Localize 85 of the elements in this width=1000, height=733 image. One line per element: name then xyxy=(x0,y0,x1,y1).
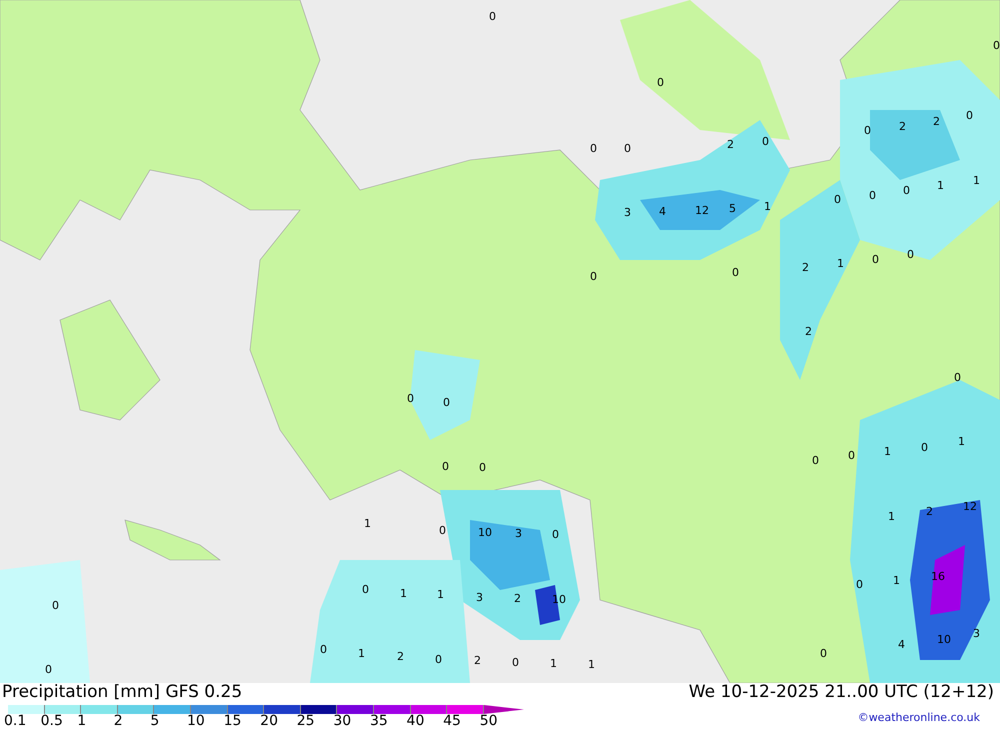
map-value-label: 0 xyxy=(864,125,871,136)
map-value-label: 0 xyxy=(993,40,1000,51)
legend-label: 45 xyxy=(443,714,462,728)
map-value-label: 0 xyxy=(407,393,414,404)
map-value-label: 0 xyxy=(552,529,559,540)
map-value-label: 0 xyxy=(834,194,841,205)
map-value-label: 2 xyxy=(926,506,933,517)
map-value-label: 1 xyxy=(764,201,771,212)
map-value-label: 1 xyxy=(973,175,980,186)
map-value-label: 0 xyxy=(624,143,631,154)
map-value-label: 0 xyxy=(657,77,664,88)
legend-label: 0.5 xyxy=(40,714,64,728)
map-datetime: We 10-12-2025 21..00 UTC (12+12) xyxy=(688,684,995,701)
map-value-label: 0 xyxy=(954,372,961,383)
map-value-label: 0 xyxy=(921,442,928,453)
legend-label: 10 xyxy=(186,714,206,728)
map-value-label: 2 xyxy=(802,262,809,273)
map-value-label: 0 xyxy=(435,654,442,665)
map-value-label: 16 xyxy=(931,571,945,582)
map-value-label: 3 xyxy=(515,528,522,539)
map-value-label: 2 xyxy=(397,651,404,662)
legend-label: 30 xyxy=(333,714,352,728)
map-value-label: 0 xyxy=(442,461,449,472)
map-value-label: 2 xyxy=(727,139,734,150)
map-value-label: 2 xyxy=(805,326,812,337)
map-value-label: 12 xyxy=(695,205,709,216)
map-value-label: 0 xyxy=(439,525,446,536)
legend-label: 25 xyxy=(296,714,316,728)
legend-label: 2 xyxy=(114,714,124,728)
map-value-label: 0 xyxy=(869,190,876,201)
credit-text: ©weatheronline.co.uk xyxy=(858,710,980,726)
map-value-label: 0 xyxy=(590,271,597,282)
map-value-label: 0 xyxy=(443,397,450,408)
map-value-label: 10 xyxy=(478,527,492,538)
legend-label: 35 xyxy=(370,714,389,728)
map-value-label: 0 xyxy=(320,644,327,655)
map-value-label: 0 xyxy=(848,450,855,461)
map-value-label: 1 xyxy=(437,589,444,600)
legend-label: 5 xyxy=(150,714,160,728)
map-value-label: 0 xyxy=(812,455,819,466)
map-value-label: 4 xyxy=(659,206,666,217)
map-value-label: 1 xyxy=(937,180,944,191)
map-value-label: 5 xyxy=(729,203,736,214)
map-value-label: 10 xyxy=(937,634,951,645)
map-value-label: 0 xyxy=(732,267,739,278)
map-value-label: 12 xyxy=(963,501,977,512)
map-value-label: 0 xyxy=(903,185,910,196)
map-value-label: 3 xyxy=(973,628,980,639)
map-value-label: 1 xyxy=(893,575,900,586)
map-value-label: 3 xyxy=(476,592,483,603)
legend-label: 20 xyxy=(260,714,279,728)
map-value-label: 1 xyxy=(550,658,557,669)
map-value-label: 4 xyxy=(898,639,905,650)
map-title: Precipitation [mm] GFS 0.25 xyxy=(2,684,242,701)
map-value-label: 1 xyxy=(958,436,965,447)
map-value-label: 0 xyxy=(362,584,369,595)
map-value-label: 2 xyxy=(899,121,906,132)
map-value-label: 0 xyxy=(512,657,519,668)
map-value-label: 0 xyxy=(856,579,863,590)
map-value-label: 1 xyxy=(400,588,407,599)
map-value-label: 0 xyxy=(590,143,597,154)
map-value-label: 0 xyxy=(762,136,769,147)
map-value-label: 1 xyxy=(358,648,365,659)
legend-label: 50 xyxy=(480,714,499,728)
map-value-label: 1 xyxy=(588,659,595,670)
legend-label: 0.1 xyxy=(4,714,28,728)
map-value-label: 0 xyxy=(966,110,973,121)
map-value-label: 0 xyxy=(907,249,914,260)
map-value-label: 2 xyxy=(474,655,481,666)
legend-label: 40 xyxy=(406,714,426,728)
map-value-label: 1 xyxy=(837,258,844,269)
map-value-label: 0 xyxy=(52,600,59,611)
map-value-label: 0 xyxy=(489,11,496,22)
map-value-label: 1 xyxy=(884,446,891,457)
map-value-label: 0 xyxy=(45,664,52,675)
legend-label: 1 xyxy=(77,714,88,728)
map-value-label: 3 xyxy=(624,207,631,218)
map-value-label: 0 xyxy=(872,254,879,265)
legend-label: 15 xyxy=(224,714,242,728)
map-value-label: 0 xyxy=(479,462,486,473)
map-value-label: 0 xyxy=(820,648,827,659)
map-value-label: 2 xyxy=(514,593,521,604)
map-value-label: 2 xyxy=(933,116,940,127)
map-value-label: 1 xyxy=(364,518,371,529)
map-value-label: 1 xyxy=(888,511,895,522)
